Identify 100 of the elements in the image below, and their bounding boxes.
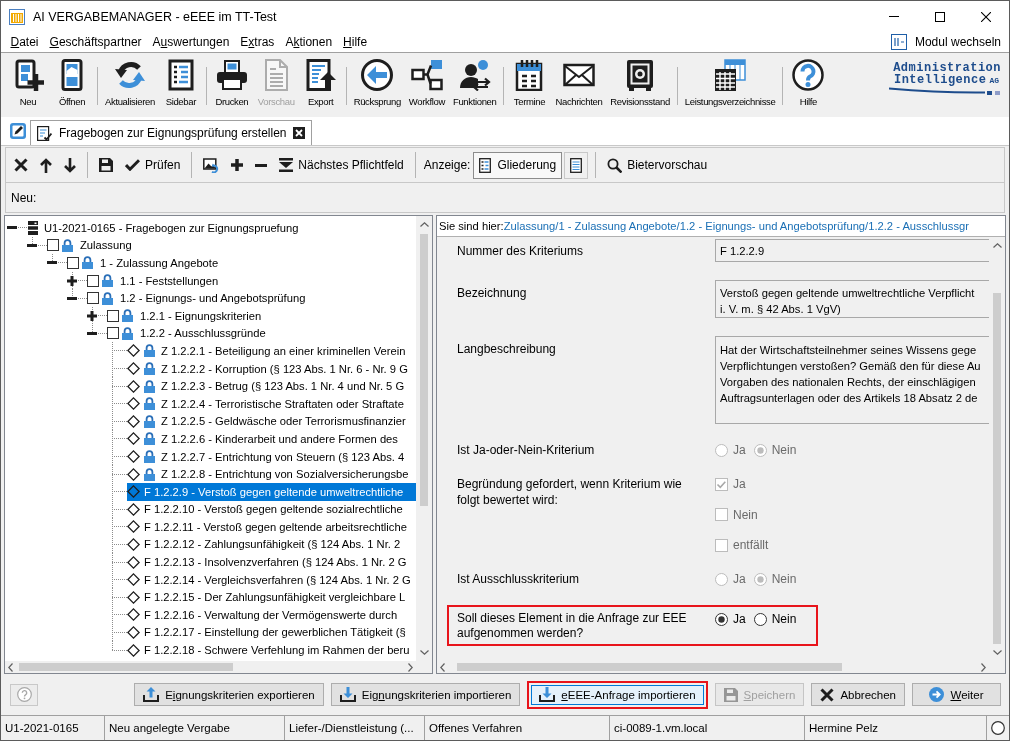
tree-item[interactable]: Z 1.2.2.8 - Entrichtung von Sozialversicherungsbe (127, 465, 412, 483)
toolbar-button[interactable]: Aktualisieren (102, 53, 158, 117)
breadcrumb-separator: / (865, 220, 869, 232)
tree-item[interactable]: 1.2 - Eignungs- und Angebotsprüfung (102, 289, 309, 307)
breadcrumb-link[interactable]: 1.2.2 - Ausschlussgr (868, 220, 969, 232)
tree-item[interactable]: Z 1.2.2.4 - Terroristische Straftaten oder Straftate (127, 394, 407, 413)
plus-icon[interactable] (87, 310, 97, 321)
menu-item[interactable]: Datei (5, 33, 45, 51)
toolbar-button[interactable]: Nachrichten (552, 53, 606, 117)
text-area[interactable]: Verstoß gegen geltende umweltrechtliche Verpflicht i. V. m. § 42 Abs. 1 VgV) (715, 280, 989, 318)
toolbar-button[interactable]: Funktionen (449, 53, 500, 117)
view-toggle[interactable] (564, 151, 589, 179)
tree-item[interactable]: F 1.2.2.10 - Verstoß gegen geltende sozialrechtliche (127, 500, 406, 519)
toolbar-button[interactable]: Termine (508, 53, 551, 117)
scrollbar-thumb[interactable] (19, 663, 233, 671)
import-button[interactable]: eEEE-Anfrage importieren (527, 680, 708, 709)
toolbar-button[interactable]: Workflow (405, 53, 448, 117)
text-area[interactable]: Hat der Wirtschaftsteilnehmer seines Wissens gege Verpflichtungen verstoßen? Gemäß den für diese Au Vorgaben des nationalen Rechts, der einschlägigen Auftragsunterlagen oder des Artikels 18 Absatz 2 de (715, 336, 989, 424)
tree-item[interactable]: F 1.2.2.14 - Vergleichsverfahren (§ 124 Abs. 1 Nr. 2 G (127, 570, 414, 589)
tree-item[interactable]: Z 1.2.2.6 - Kinderarbeit und andere Formen des (127, 430, 401, 448)
export-button[interactable]: Eignungskriterien exportieren (134, 683, 324, 706)
tree-item[interactable]: Z 1.2.2.2 - Korruption (§ 123 Abs. 1 Nr. 6 - Nr. 9 G (127, 359, 411, 378)
scrollbar[interactable] (416, 216, 432, 661)
toolbar-button[interactable]: Prüfen (119, 152, 187, 178)
toolbar-button[interactable]: Export (299, 53, 342, 117)
minus-icon[interactable] (47, 261, 57, 265)
menu-item[interactable]: Aktionen (279, 33, 338, 51)
toolbar-button[interactable]: Hilfe (787, 53, 830, 117)
tree-item[interactable]: F 1.2.2.16 - Verwaltung der Vermögenswerte durch (127, 606, 401, 624)
printer-icon (215, 59, 248, 91)
toolbar-button[interactable]: Sidebar (159, 53, 202, 117)
module-link[interactable]: Modul wechseln (890, 34, 1001, 50)
import-button[interactable]: Eignungskriterien importieren (330, 683, 521, 706)
tree-item[interactable]: Z 1.2.2.7 - Entrichtung von Steuern (§ 123 Abs. 4 (127, 447, 408, 466)
tree-item[interactable]: Z 1.2.2.5 - Geldwäsche oder Terrorismusfinanzier (127, 412, 409, 431)
tree-item[interactable]: Z 1.2.2.3 - Betrug (§ 123 Abs. 1 Nr. 4 und Nr. 5 G (127, 377, 408, 395)
scrollbar-thumb[interactable] (420, 234, 428, 506)
tree-item[interactable]: 1 - Zulassung Angebote (82, 254, 222, 272)
status-text: ci-0089-1.vm.local (610, 716, 805, 740)
tree-item[interactable]: F 1.2.2.12 - Zahlungsunfähigkeit (§ 124 Abs. 1 Nr. 2 (127, 535, 404, 554)
scrollbar[interactable] (437, 661, 989, 673)
plus-icon (231, 159, 244, 171)
toolbar-button[interactable]: Öffnen (51, 53, 93, 117)
tree-item[interactable]: Zulassung (62, 236, 135, 255)
minus-icon[interactable] (7, 226, 17, 230)
tree-item[interactable]: F 1.2.2.18 - Schwere Verfehlung im Rahmen der beru (127, 641, 413, 659)
diamond-icon (127, 450, 140, 463)
tab[interactable]: Fragebogen zur Eignungsprüfung erstellen (30, 120, 313, 145)
cancel-button[interactable]: Abbrechen (811, 683, 905, 706)
text-field[interactable]: F 1.2.2.9 (715, 239, 989, 262)
scrollbar-thumb[interactable] (993, 293, 1001, 644)
breadcrumb-link[interactable]: 1 - Zulassung Angebote (558, 220, 677, 232)
toolbar-button[interactable]: Leistungsverzeichnisse (681, 53, 779, 117)
tree-item[interactable]: U1-2021-0165 - Fragebogen zur Eignungspruefung (27, 219, 302, 237)
toolbar-button[interactable]: Revisionsstand (607, 53, 673, 117)
checkbox[interactable] (47, 239, 59, 252)
plus-icon[interactable] (67, 275, 77, 286)
menu-item[interactable]: Hilfe (337, 33, 373, 51)
tree-item[interactable]: F 1.2.2.9 - Verstoß gegen geltende umweltrechtliche (127, 482, 416, 501)
forward-arrow-icon (929, 687, 945, 702)
minus-icon[interactable] (67, 296, 77, 300)
toolbar-button[interactable]: Bietervorschau (601, 152, 714, 178)
toolbar-button[interactable]: Drucken (210, 53, 253, 117)
minus-icon[interactable] (27, 243, 37, 247)
toolbar-button[interactable]: Neu (7, 53, 49, 117)
diamond-icon (127, 344, 140, 358)
toolbar-button[interactable]: Rücksprung (350, 53, 404, 117)
scrollbar-thumb[interactable] (457, 663, 842, 671)
scrollbar[interactable] (5, 661, 416, 673)
tree-item[interactable]: Z 1.2.2.1 - Beteiligung an einer kriminellen Verein (127, 342, 409, 360)
radio-button[interactable] (753, 612, 767, 626)
pencil-square-icon[interactable] (10, 123, 26, 139)
toolbar-button[interactable]: Nächstes Pflichtfeld (273, 152, 410, 178)
tree-item[interactable]: 1.2.1 - Eignungskriterien (122, 306, 265, 325)
view-toggle[interactable]: Gliederung (473, 151, 563, 179)
checkbox[interactable] (87, 274, 99, 287)
tree-item[interactable]: F 1.2.2.11 - Verstoß gegen geltende arbeitsrechtliche (127, 518, 410, 536)
tree-item[interactable]: F 1.2.2.15 - Der Zahlungsunfähigkeit vergleichbare L (127, 588, 409, 607)
checkbox[interactable] (67, 257, 79, 269)
menu-item[interactable]: Extras (234, 33, 280, 51)
tree-item[interactable]: F 1.2.2.13 - Insolvenzverfahren (§ 124 Abs. 1 Nr. 2 G (127, 553, 410, 571)
menu-item[interactable]: Geschäftspartner (44, 33, 148, 51)
document-lines-icon (570, 157, 583, 173)
radio-button[interactable] (715, 612, 728, 626)
close-icon[interactable] (293, 127, 306, 139)
menu-item[interactable]: Auswertungen (147, 33, 235, 51)
check-icon (125, 159, 140, 171)
checkbox[interactable] (107, 309, 119, 322)
next-button[interactable]: Weiter (912, 683, 1001, 706)
download-tray-icon (339, 687, 356, 702)
tree-item[interactable]: F 1.2.2.17 - Einstellung der gewerblichen Tätigkeit (§ (127, 623, 409, 642)
tree-item[interactable]: 1.1 - Feststellungen (102, 271, 222, 290)
breadcrumb-link[interactable]: Zulassung (503, 220, 556, 232)
checkbox[interactable] (87, 292, 99, 305)
tree-item[interactable]: 1.2.2 - Ausschlussgründe (122, 324, 269, 343)
checkbox[interactable] (107, 327, 119, 340)
field-label: Ist Ja-oder-Nein-Kriterium (457, 442, 596, 458)
minus-icon[interactable] (87, 331, 97, 335)
refresh-icon (113, 59, 146, 91)
right-chevron-icon (408, 662, 413, 672)
